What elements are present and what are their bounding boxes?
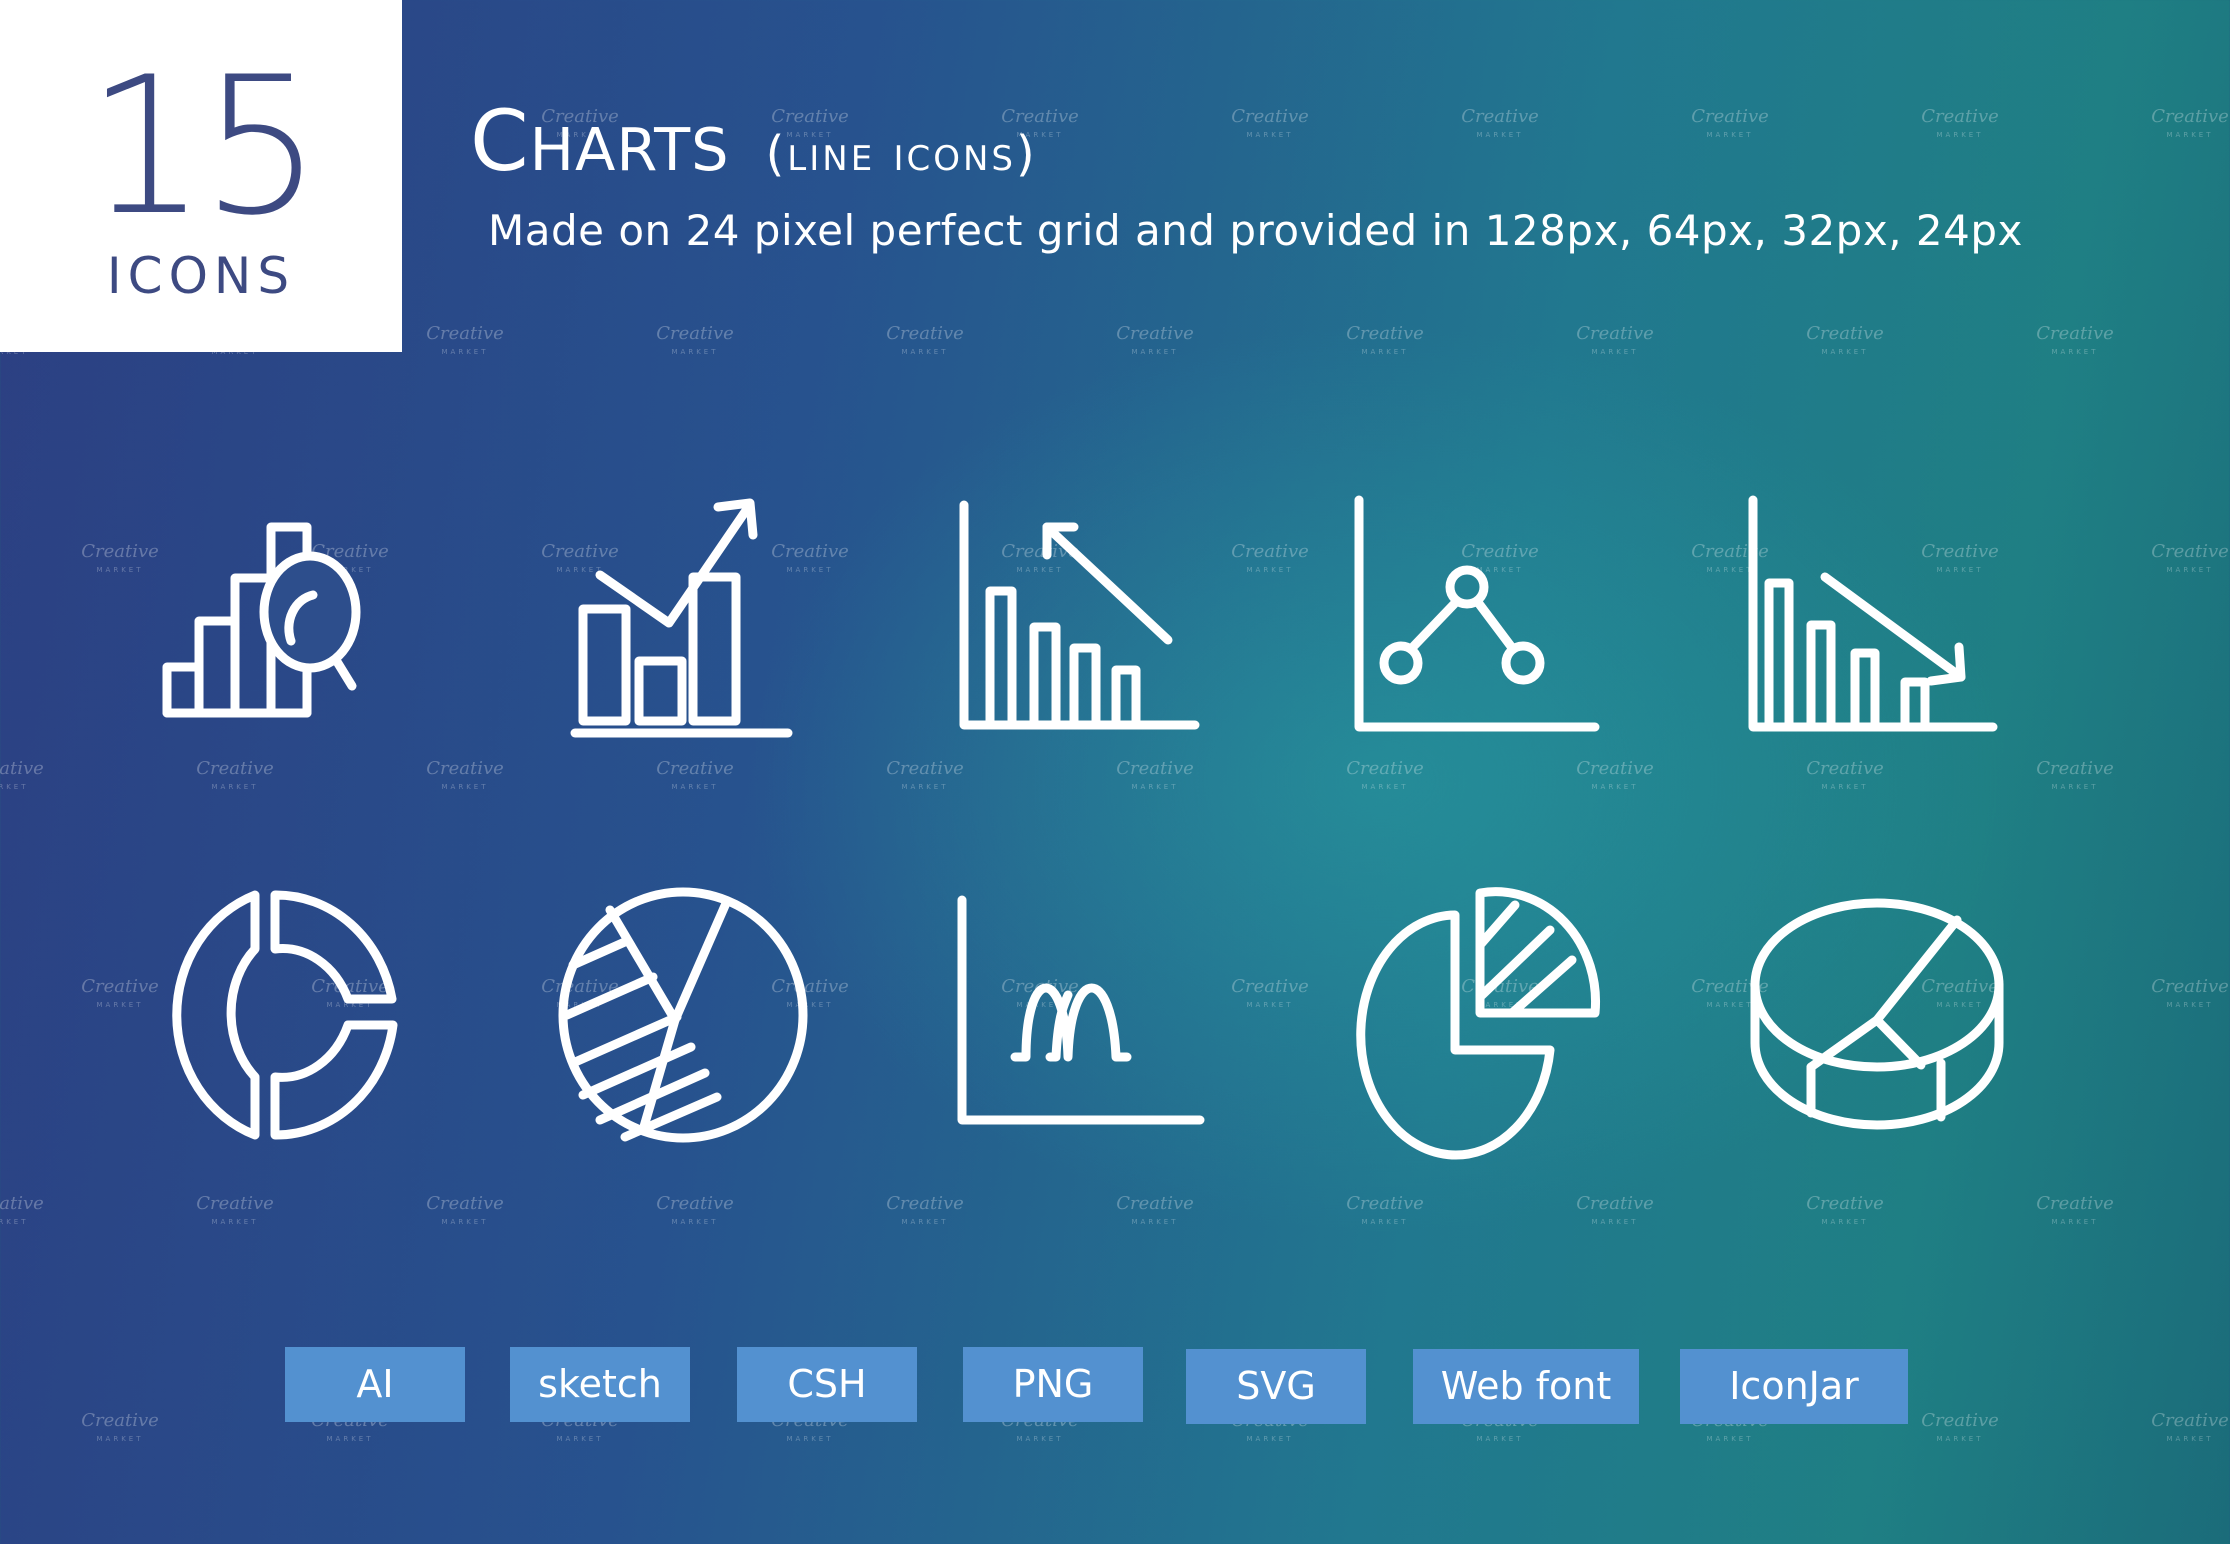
- icon-count-label: ICONS: [106, 247, 296, 305]
- watermark: CreativeMARKET: [1231, 541, 1309, 575]
- watermark: CreativeMARKET: [1231, 106, 1309, 140]
- page-title: Charts (line icons): [470, 92, 1038, 190]
- 3d-pie-chart-icon: [1745, 895, 2010, 1140]
- watermark: CreativeMARKET: [0, 1193, 44, 1227]
- watermark: CreativeMARKET: [1116, 758, 1194, 792]
- format-button-sketch[interactable]: sketch: [510, 1347, 690, 1422]
- watermark: CreativeMARKET: [2151, 541, 2229, 575]
- line-chart-points-icon: [1345, 495, 1605, 735]
- watermark: CreativeMARKET: [2036, 1193, 2114, 1227]
- watermark: CreativeMARKET: [2036, 323, 2114, 357]
- watermark: CreativeMARKET: [1806, 1193, 1884, 1227]
- watermark: CreativeMARKET: [1346, 758, 1424, 792]
- watermark: CreativeMARKET: [2036, 758, 2114, 792]
- pie-chart-hatched-icon: [555, 885, 815, 1145]
- watermark: CreativeMARKET: [1116, 323, 1194, 357]
- watermark: CreativeMARKET: [1921, 106, 1999, 140]
- bar-chart-trend-down-icon: [1745, 495, 2015, 735]
- watermark: CreativeMARKET: [1576, 1193, 1654, 1227]
- watermark: CreativeMARKET: [2151, 976, 2229, 1010]
- watermark: CreativeMARKET: [1461, 106, 1539, 140]
- watermark: CreativeMARKET: [0, 758, 44, 792]
- watermark: CreativeMARKET: [2151, 106, 2229, 140]
- format-button-ai[interactable]: AI: [285, 1347, 465, 1422]
- watermark: CreativeMARKET: [886, 758, 964, 792]
- watermark: CreativeMARKET: [886, 1193, 964, 1227]
- watermark: CreativeMARKET: [196, 1193, 274, 1227]
- watermark: CreativeMARKET: [886, 323, 964, 357]
- pie-chart-exploded-slice-icon: [1350, 885, 1600, 1160]
- donut-chart-icon: [155, 885, 415, 1145]
- watermark: CreativeMARKET: [1346, 323, 1424, 357]
- watermark: CreativeMARKET: [656, 758, 734, 792]
- format-button-svg[interactable]: SVG: [1186, 1349, 1366, 1424]
- watermark: CreativeMARKET: [656, 323, 734, 357]
- watermark: CreativeMARKET: [1921, 1410, 1999, 1444]
- watermark: CreativeMARKET: [426, 758, 504, 792]
- bar-chart-magnifier-icon: [155, 505, 425, 725]
- format-button-web-font[interactable]: Web font: [1413, 1349, 1639, 1424]
- bar-chart-arrow-up-left-icon: [950, 495, 1210, 735]
- icon-count-badge: 15 ICONS: [0, 0, 402, 352]
- bell-curve-chart-icon: [950, 895, 1210, 1135]
- watermark: CreativeMARKET: [1806, 323, 1884, 357]
- watermark: CreativeMARKET: [1116, 1193, 1194, 1227]
- watermark: CreativeMARKET: [1346, 1193, 1424, 1227]
- title-main: Charts: [470, 92, 730, 190]
- watermark: CreativeMARKET: [2151, 1410, 2229, 1444]
- watermark: CreativeMARKET: [196, 758, 274, 792]
- watermark: CreativeMARKET: [81, 1410, 159, 1444]
- watermark: CreativeMARKET: [1576, 758, 1654, 792]
- watermark: CreativeMARKET: [656, 1193, 734, 1227]
- format-button-png[interactable]: PNG: [963, 1347, 1143, 1422]
- watermark: CreativeMARKET: [81, 976, 159, 1010]
- watermark: CreativeMARKET: [81, 541, 159, 575]
- watermark: CreativeMARKET: [1231, 976, 1309, 1010]
- format-button-csh[interactable]: CSH: [737, 1347, 917, 1422]
- bar-chart-trend-up-icon: [570, 485, 800, 740]
- watermark: CreativeMARKET: [1576, 323, 1654, 357]
- watermark: CreativeMARKET: [426, 323, 504, 357]
- watermark: CreativeMARKET: [426, 1193, 504, 1227]
- title-suffix: (line icons): [765, 126, 1038, 182]
- format-button-iconjar[interactable]: IconJar: [1680, 1349, 1908, 1424]
- subtitle: Made on 24 pixel perfect grid and provid…: [488, 206, 2023, 255]
- watermark: CreativeMARKET: [1806, 758, 1884, 792]
- icon-count: 15: [86, 36, 322, 257]
- watermark: CreativeMARKET: [1691, 106, 1769, 140]
